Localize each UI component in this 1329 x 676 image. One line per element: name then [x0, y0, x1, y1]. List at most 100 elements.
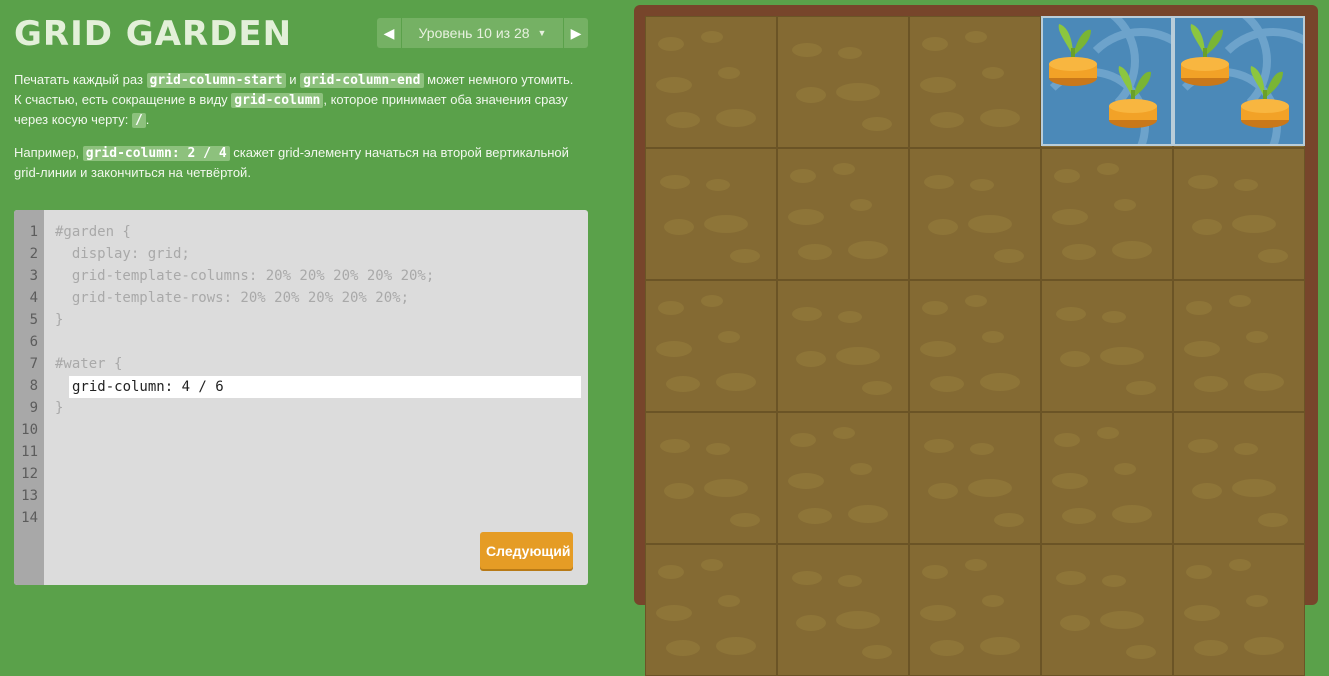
soil-stone — [790, 433, 816, 447]
code-line: 12 — [14, 463, 588, 485]
soil-stone — [792, 307, 822, 321]
line-number: 14 — [21, 510, 38, 526]
soil-stone — [930, 640, 964, 656]
line-number: 1 — [29, 224, 38, 240]
carrot-icon — [1047, 20, 1099, 95]
code-line: 6 — [14, 331, 588, 353]
soil-stone — [968, 215, 1012, 233]
soil-stone — [1062, 508, 1096, 524]
line-number: 12 — [21, 466, 38, 482]
soil-stone — [970, 179, 994, 191]
code-line: 2 display: grid; — [14, 243, 588, 265]
carrot-icon — [1179, 20, 1231, 95]
soil-stone — [1232, 479, 1276, 497]
soil-stone — [1188, 175, 1218, 189]
soil-stone — [701, 559, 723, 571]
soil-stone — [850, 199, 872, 211]
soil-cell — [909, 148, 1041, 280]
soil-stone — [730, 249, 760, 263]
soil-cell — [909, 412, 1041, 544]
soil-stone — [1192, 219, 1222, 235]
soil-stone — [790, 169, 816, 183]
soil-cell — [909, 16, 1041, 148]
code-line: 9} — [14, 397, 588, 419]
code-text: #water { — [55, 356, 123, 372]
soil-stone — [660, 439, 690, 453]
soil-stone — [848, 505, 888, 523]
line-number: 5 — [29, 312, 38, 328]
triangle-right-icon: ▶ — [570, 24, 582, 41]
soil-stone — [666, 376, 700, 392]
soil-stone — [930, 376, 964, 392]
soil-stone — [994, 513, 1024, 527]
soil-stone — [798, 244, 832, 260]
soil-stone — [1229, 295, 1251, 307]
soil-cell — [1041, 544, 1173, 676]
line-number: 10 — [21, 422, 38, 438]
soil-stone — [1188, 439, 1218, 453]
soil-stone — [666, 640, 700, 656]
soil-cell — [777, 412, 909, 544]
soil-stone — [1234, 443, 1258, 455]
soil-stone — [706, 443, 730, 455]
soil-stone — [833, 163, 855, 175]
soil-stone — [1244, 373, 1284, 391]
soil-stone — [970, 443, 994, 455]
text-fragment: Печатать каждый раз — [14, 72, 147, 87]
code-line: 3 grid-template-columns: 20% 20% 20% 20%… — [14, 265, 588, 287]
soil-stone — [1184, 605, 1220, 621]
code-line: 1 #garden { — [14, 221, 588, 243]
soil-stone — [1102, 311, 1126, 323]
soil-stone — [718, 67, 740, 79]
soil-stone — [1232, 215, 1276, 233]
soil-stone — [701, 295, 723, 307]
code-text: grid-template-rows: 20% 20% 20% 20% 20%; — [55, 290, 410, 306]
soil-stone — [1056, 307, 1086, 321]
soil-stone — [1097, 427, 1119, 439]
triangle-left-icon: ◀ — [383, 24, 395, 41]
soil-stone — [1234, 179, 1258, 191]
soil-stone — [704, 215, 748, 233]
soil-stone — [920, 341, 956, 357]
soil-stone — [922, 301, 948, 315]
next-level-button[interactable]: ▶ — [563, 18, 588, 48]
soil-stone — [968, 479, 1012, 497]
soil-stone — [1258, 249, 1288, 263]
soil-stone — [928, 483, 958, 499]
soil-stone — [1246, 595, 1268, 607]
prev-level-button[interactable]: ◀ — [377, 18, 402, 48]
line-number: 3 — [29, 268, 38, 284]
soil-stone — [994, 249, 1024, 263]
soil-stone — [836, 83, 880, 101]
water-cell — [1173, 16, 1305, 146]
next-button[interactable]: Следующий — [480, 532, 573, 569]
soil-stone — [1229, 559, 1251, 571]
css-input[interactable] — [69, 376, 581, 398]
soil-cell — [1173, 280, 1305, 412]
soil-stone — [718, 595, 740, 607]
soil-stone — [716, 373, 756, 391]
app-title: GRID GARDEN — [14, 14, 293, 54]
soil-stone — [928, 219, 958, 235]
soil-stone — [836, 611, 880, 629]
soil-stone — [656, 341, 692, 357]
soil-stone — [1186, 565, 1212, 579]
soil-stone — [664, 483, 694, 499]
soil-stone — [982, 595, 1004, 607]
code-snippet: grid-column: 2 / 4 — [82, 146, 230, 161]
code-text: grid-template-columns: 20% 20% 20% 20% 2… — [55, 268, 435, 284]
line-number: 9 — [29, 400, 38, 416]
level-dropdown[interactable]: Уровень 10 из 28 ▼ — [402, 18, 563, 48]
soil-stone — [1097, 163, 1119, 175]
code-text: #garden { — [55, 224, 131, 240]
code-line: 4 grid-template-rows: 20% 20% 20% 20% 20… — [14, 287, 588, 309]
soil-cell — [909, 280, 1041, 412]
soil-stone — [1100, 347, 1144, 365]
soil-stone — [1054, 169, 1080, 183]
soil-stone — [838, 47, 862, 59]
code-text: } — [55, 312, 64, 328]
level-label: Уровень 10 из 28 — [418, 25, 530, 41]
soil-stone — [1126, 381, 1156, 395]
soil-stone — [980, 109, 1020, 127]
soil-cell — [777, 280, 909, 412]
